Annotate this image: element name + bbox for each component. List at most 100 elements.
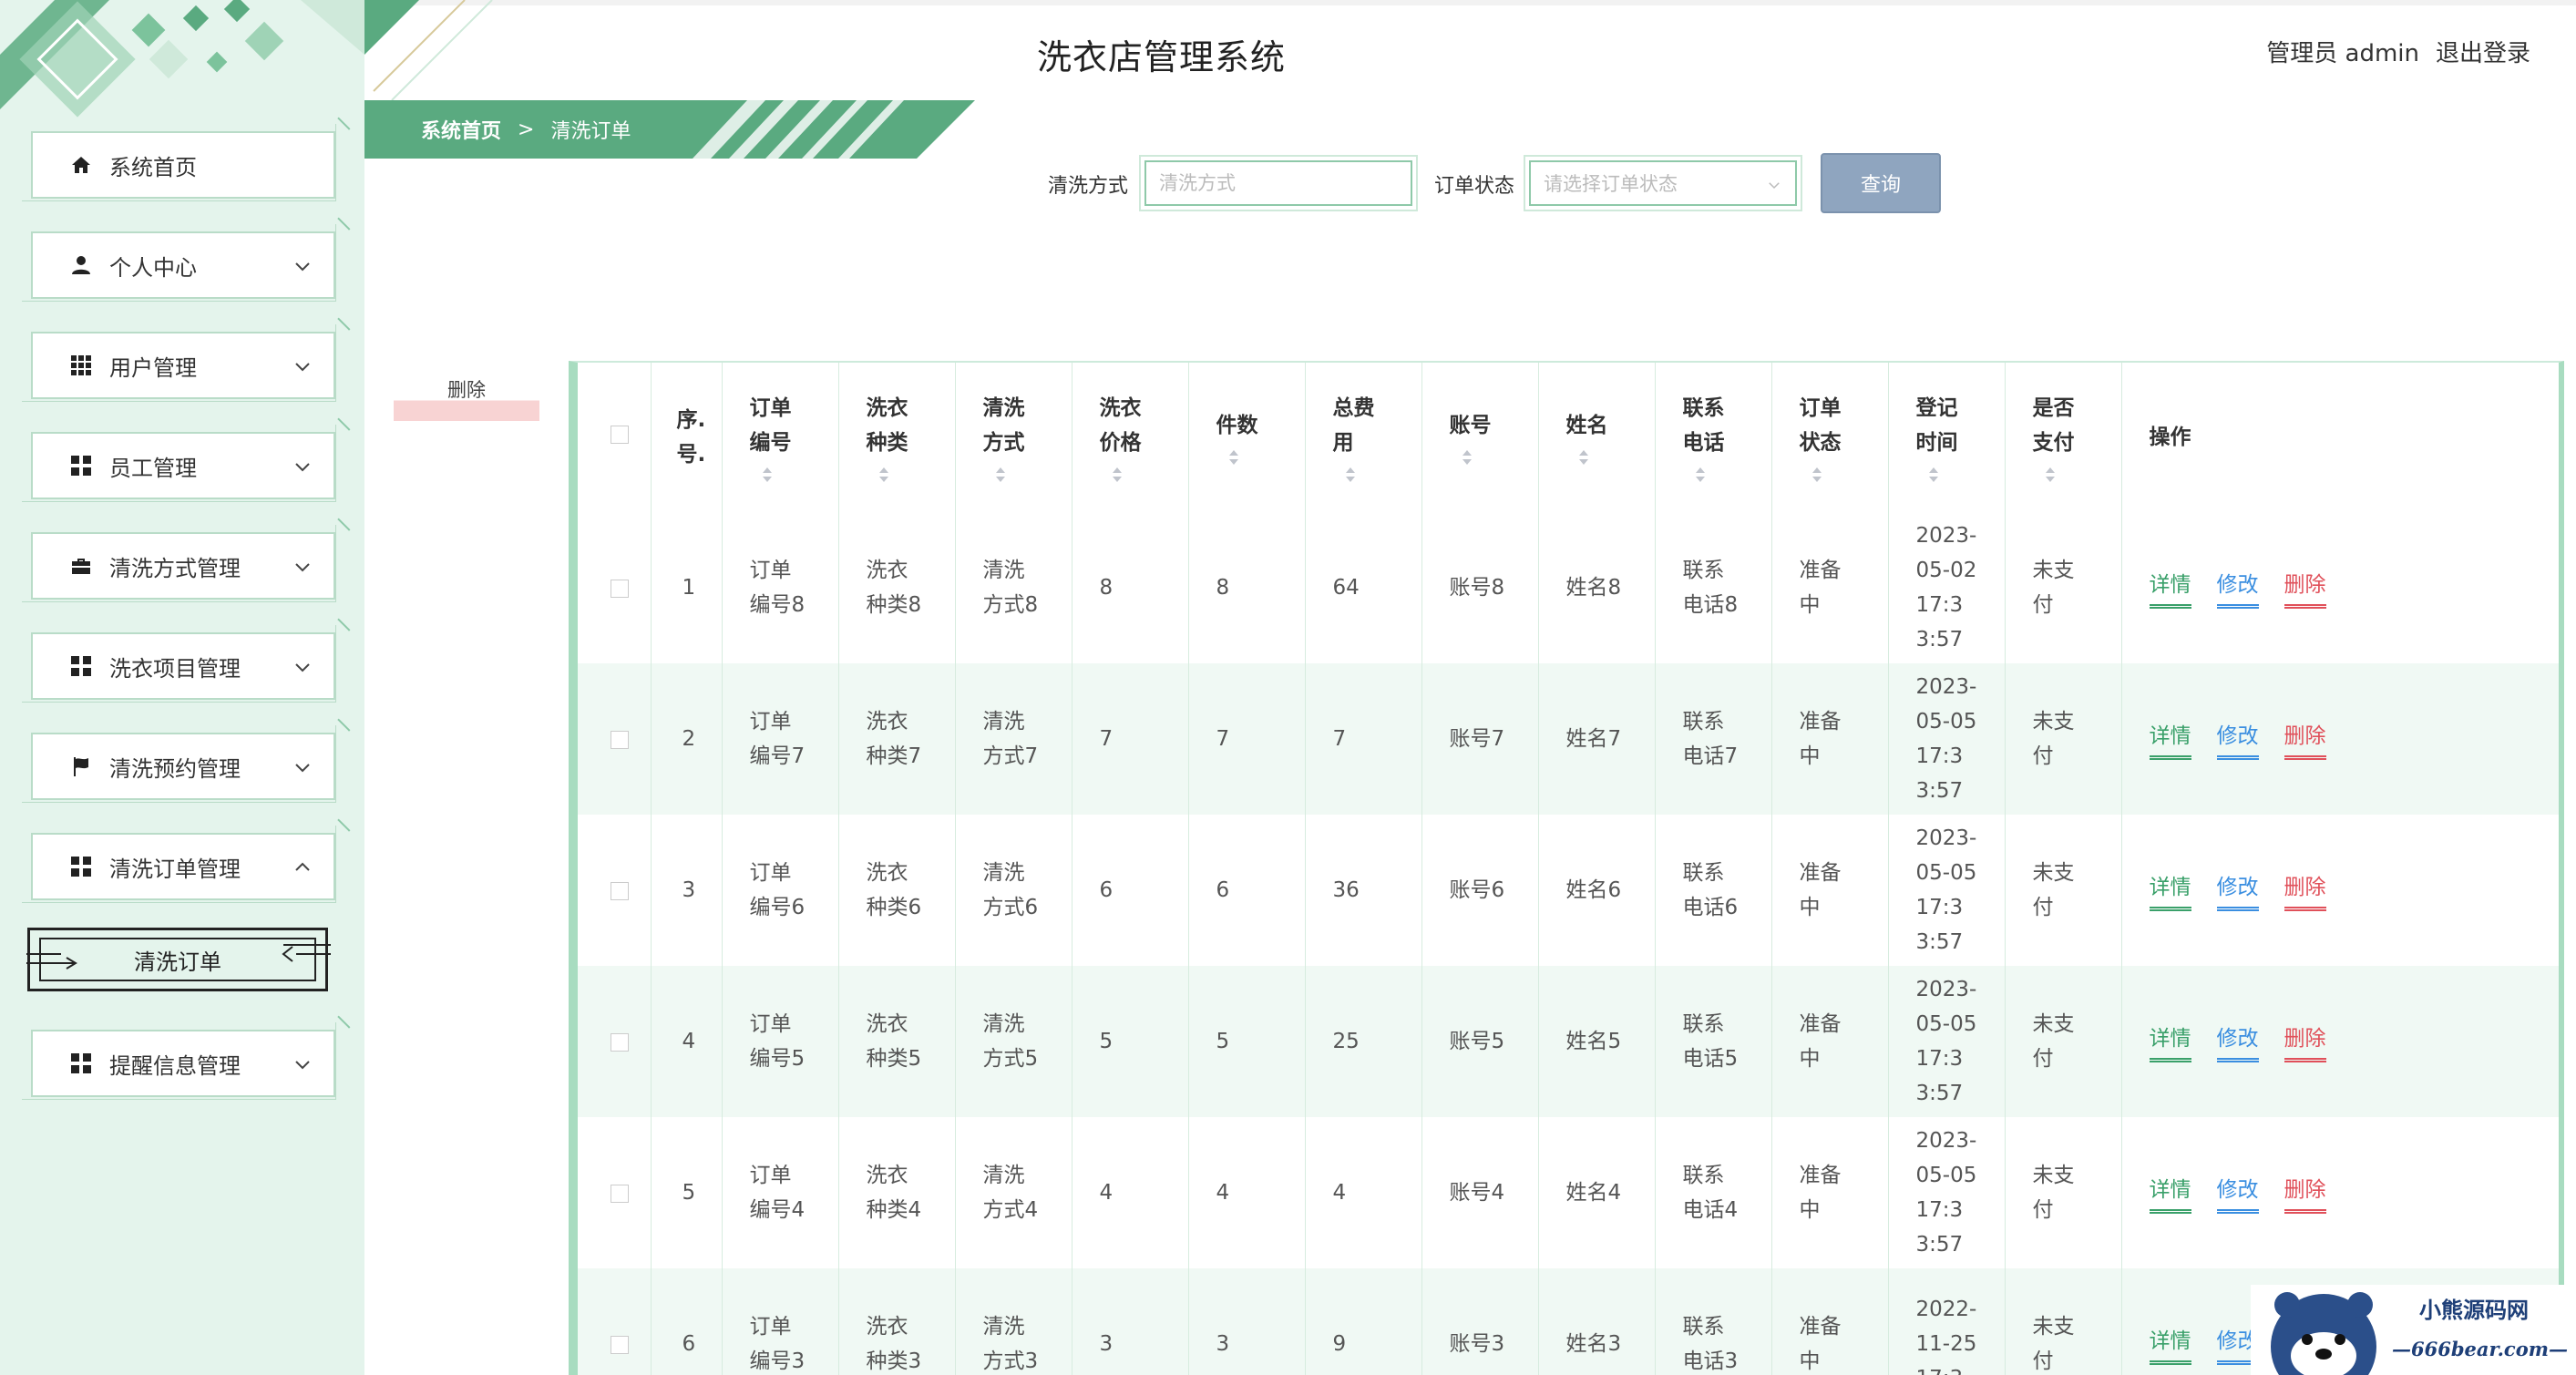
cell-index: 1 — [651, 512, 723, 663]
chevron-down-icon — [295, 563, 310, 572]
cell-reg-time: 2023- 05-05 17:3 3:57 — [1888, 1117, 2006, 1268]
cell-count: 7 — [1188, 663, 1306, 815]
col-account[interactable]: 账号 — [1421, 363, 1539, 512]
sidebar-item-label: 系统首页 — [109, 154, 197, 180]
col-name-label: 姓名 — [1565, 414, 1608, 437]
delete-link[interactable]: 删除 — [2284, 874, 2326, 911]
cell-count: 6 — [1188, 815, 1306, 966]
grid-icon — [69, 354, 93, 377]
cell-status: 准备 中 — [1771, 815, 1889, 966]
col-total[interactable]: 总费 用 — [1305, 363, 1422, 512]
sidebar-decoration — [0, 0, 364, 128]
cell-name: 姓名3 — [1538, 1268, 1656, 1375]
briefcase-icon — [69, 554, 93, 578]
row-checkbox[interactable] — [611, 1032, 629, 1052]
cell-count: 4 — [1188, 1117, 1306, 1268]
col-cloth-type[interactable]: 洗衣 种类 — [838, 363, 956, 512]
sidebar-item-user-management[interactable]: 用户管理 — [22, 324, 336, 402]
table-header-row: 序. 号. 订单 编号 洗衣 种类 清洗 方式 洗衣 价格 件数 总费 用 账号… — [578, 363, 2559, 512]
col-reg-time[interactable]: 登记 时间 — [1888, 363, 2006, 512]
detail-link[interactable]: 详情 — [2149, 1025, 2191, 1062]
cell-total: 9 — [1305, 1268, 1422, 1375]
sidebar-item-label: 员工管理 — [109, 455, 197, 481]
cell-order-no: 订单 编号5 — [722, 966, 839, 1117]
sidebar-subitem-wash-order[interactable]: 清洗订单 — [26, 928, 331, 991]
order-status-placeholder: 请选择订单状态 — [1544, 173, 1678, 195]
col-count[interactable]: 件数 — [1188, 363, 1306, 512]
sidebar-item-home[interactable]: 系统首页 — [22, 124, 336, 201]
cell-ops: 详情修改删除 — [2121, 1117, 2559, 1268]
col-name[interactable]: 姓名 — [1538, 363, 1656, 512]
delete-link[interactable]: 删除 — [2284, 1025, 2326, 1062]
sidebar-item-label: 清洗方式管理 — [109, 555, 241, 581]
detail-link[interactable]: 详情 — [2149, 723, 2191, 760]
cell-price: 3 — [1072, 1268, 1189, 1375]
cell-count: 5 — [1188, 966, 1306, 1117]
orders-table: 序. 号. 订单 编号 洗衣 种类 清洗 方式 洗衣 价格 件数 总费 用 账号… — [569, 361, 2564, 1375]
col-wash-method-label: 清洗 方式 — [982, 396, 1025, 455]
cell-account: 账号8 — [1421, 512, 1539, 663]
cell-total: 7 — [1305, 663, 1422, 815]
delete-link[interactable]: 删除 — [2284, 1176, 2326, 1214]
edit-link[interactable]: 修改 — [2216, 874, 2259, 911]
chevron-down-icon — [295, 363, 310, 372]
detail-link[interactable]: 详情 — [2149, 571, 2191, 609]
edit-link[interactable]: 修改 — [2216, 723, 2259, 760]
chevron-down-icon — [295, 262, 310, 272]
order-status-label: 订单状态 — [1434, 175, 1515, 198]
apps-icon — [69, 654, 93, 678]
batch-delete-button[interactable]: 删除 — [394, 375, 539, 421]
sidebar-item-reminder-management[interactable]: 提醒信息管理 — [22, 1022, 336, 1100]
edit-link[interactable]: 修改 — [2216, 1025, 2259, 1062]
sidebar-item-staff-management[interactable]: 员工管理 — [22, 425, 336, 502]
cell-order-no: 订单 编号6 — [722, 815, 839, 966]
sidebar-item-wash-order-management[interactable]: 清洗订单管理 — [22, 826, 336, 903]
detail-link[interactable]: 详情 — [2149, 874, 2191, 911]
col-status[interactable]: 订单 状态 — [1771, 363, 1889, 512]
row-checkbox[interactable] — [611, 1184, 629, 1203]
sort-icon — [1462, 450, 1472, 465]
col-order-no[interactable]: 订单 编号 — [722, 363, 839, 512]
cell-name: 姓名4 — [1538, 1117, 1656, 1268]
arrow-left-icon — [282, 944, 331, 962]
edit-link[interactable]: 修改 — [2216, 1176, 2259, 1214]
row-checkbox[interactable] — [611, 730, 629, 749]
admin-label: 管理员 admin — [2266, 40, 2419, 67]
sidebar-item-label: 清洗预约管理 — [109, 755, 241, 782]
col-index[interactable]: 序. 号. — [651, 363, 723, 512]
delete-link[interactable]: 删除 — [2284, 723, 2326, 760]
delete-link[interactable]: 删除 — [2284, 571, 2326, 609]
col-phone[interactable]: 联系 电话 — [1655, 363, 1772, 512]
row-checkbox[interactable] — [611, 881, 629, 900]
col-account-label: 账号 — [1449, 414, 1492, 437]
logout-link[interactable]: 退出登录 — [2436, 35, 2530, 68]
sidebar-item-laundry-item-management[interactable]: 洗衣项目管理 — [22, 625, 336, 703]
row-checkbox[interactable] — [611, 579, 629, 598]
col-paid[interactable]: 是否 支付 — [2005, 363, 2122, 512]
sidebar-item-wash-reservation-management[interactable]: 清洗预约管理 — [22, 725, 336, 803]
edit-link[interactable]: 修改 — [2216, 571, 2259, 609]
query-button[interactable]: 查询 — [1821, 153, 1941, 213]
cell-ops: 详情修改删除 — [2121, 512, 2559, 663]
wash-method-input[interactable] — [1144, 160, 1412, 206]
cell-wash-method: 清洗 方式4 — [955, 1117, 1072, 1268]
sort-icon — [2045, 467, 2055, 482]
chevron-down-icon — [1769, 182, 1780, 190]
col-wash-method[interactable]: 清洗 方式 — [955, 363, 1072, 512]
cell-account: 账号3 — [1421, 1268, 1539, 1375]
breadcrumb-home[interactable]: 系统首页 — [421, 115, 501, 144]
flag-icon — [69, 754, 93, 778]
order-status-select[interactable]: 请选择订单状态 — [1529, 160, 1797, 206]
sidebar-item-wash-method-management[interactable]: 清洗方式管理 — [22, 525, 336, 602]
row-checkbox[interactable] — [611, 1335, 629, 1354]
sort-icon — [1112, 467, 1122, 482]
col-price[interactable]: 洗衣 价格 — [1072, 363, 1189, 512]
cell-phone: 联系 电话5 — [1655, 966, 1772, 1117]
detail-link[interactable]: 详情 — [2149, 1176, 2191, 1214]
col-reg-time-label: 登记 时间 — [1915, 396, 1958, 455]
col-price-label: 洗衣 价格 — [1099, 396, 1142, 455]
detail-link[interactable]: 详情 — [2149, 1328, 2191, 1365]
select-all-checkbox[interactable] — [611, 426, 629, 444]
sidebar-item-personal-center[interactable]: 个人中心 — [22, 224, 336, 302]
table-row: 4 订单 编号5 洗衣 种类5 清洗 方式5 5 5 25 账号5 姓名5 联系 电话5 准备 中2… — [578, 966, 2559, 1117]
